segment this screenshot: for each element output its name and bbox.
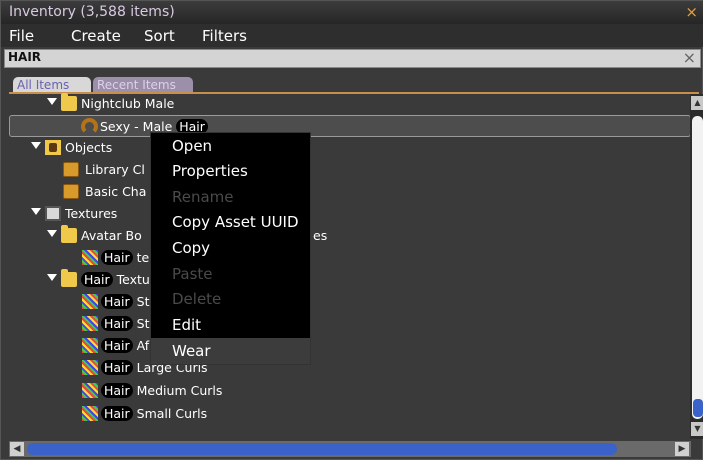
tree-row-avatar[interactable]: Avatar Bo es xyxy=(9,225,691,247)
folder-icon xyxy=(61,269,77,287)
ctx-rename: Rename xyxy=(172,188,234,206)
menu-sort[interactable]: Sort xyxy=(144,27,175,45)
search-highlight: Hair xyxy=(101,360,133,375)
tree-label: Hair Af xyxy=(101,338,149,353)
search-highlight: Hair xyxy=(101,383,133,398)
expand-arrow-icon[interactable] xyxy=(47,98,57,105)
ctx-copy[interactable]: Copy xyxy=(151,235,310,261)
texture-icon xyxy=(82,406,98,421)
tab-recent-items[interactable]: Recent Items xyxy=(93,77,193,93)
window-title: Inventory (3,588 items) xyxy=(9,4,175,20)
search-highlight: Hair xyxy=(101,294,133,309)
vertical-scroll-thumb[interactable] xyxy=(693,399,703,417)
ctx-delete: Delete xyxy=(172,290,222,308)
menu-file[interactable]: File xyxy=(9,27,34,45)
tree-label-text: St xyxy=(132,294,150,309)
texture-icon xyxy=(82,383,98,398)
hair-icon xyxy=(81,118,98,135)
tree-row-hair-large-curls[interactable]: Hair Large Curls xyxy=(9,357,691,379)
texture-icon xyxy=(82,360,98,375)
tree-label-text: St xyxy=(132,316,150,331)
scroll-right-icon[interactable]: ▶ xyxy=(675,442,689,456)
tree-row-textures[interactable]: Textures xyxy=(9,203,691,225)
tree-label-text: Textu xyxy=(112,272,150,287)
objects-folder-icon xyxy=(45,140,61,155)
ctx-properties[interactable]: Properties xyxy=(151,158,310,184)
ctx-open[interactable]: Open xyxy=(151,133,310,159)
texture-icon xyxy=(82,250,98,265)
search-highlight: Hair xyxy=(101,406,133,421)
clear-search-icon[interactable]: × xyxy=(683,48,696,67)
search-input[interactable]: HAIR × xyxy=(4,48,701,68)
menu-filters[interactable]: Filters xyxy=(202,27,247,45)
tree-label: Basic Cha xyxy=(85,184,147,199)
tree-row-library[interactable]: Library Cl xyxy=(9,159,691,181)
tree-label-tail: es xyxy=(313,228,328,243)
vertical-scrollbar[interactable]: ▲ ▼ xyxy=(690,94,703,439)
object-box-icon xyxy=(63,184,79,199)
scroll-down-icon[interactable]: ▼ xyxy=(691,422,703,436)
search-value: HAIR xyxy=(8,50,42,64)
tree-row-hair-texture[interactable]: Hair te xyxy=(9,247,691,269)
tree-label: Avatar Bo xyxy=(81,228,142,243)
menu-create[interactable]: Create xyxy=(71,27,121,45)
folder-icon xyxy=(61,225,77,243)
expand-arrow-icon[interactable] xyxy=(31,208,41,215)
texture-icon xyxy=(82,316,98,331)
ctx-edit[interactable]: Edit xyxy=(151,312,310,338)
scroll-up-icon[interactable]: ▲ xyxy=(691,96,703,110)
expand-arrow-icon[interactable] xyxy=(31,142,41,149)
tree-row-hair-medium-curls[interactable]: Hair Medium Curls xyxy=(9,380,691,402)
scroll-left-icon[interactable]: ◀ xyxy=(10,442,24,456)
title-bar[interactable]: Inventory (3,588 items) × xyxy=(1,1,703,24)
search-highlight: Hair xyxy=(101,250,133,265)
tree-label: Hair Textu xyxy=(81,272,150,287)
vertical-scroll-track[interactable] xyxy=(692,116,703,419)
tree-label-text: Medium Curls xyxy=(132,383,223,398)
close-icon[interactable]: × xyxy=(685,3,698,21)
tree-row-basic[interactable]: Basic Cha xyxy=(9,181,691,203)
tree-label: Hair te xyxy=(101,250,149,265)
tree-row-hair-small-curls[interactable]: Hair Small Curls xyxy=(9,403,691,425)
tree-label-text: Small Curls xyxy=(132,406,208,421)
expand-arrow-icon[interactable] xyxy=(47,274,57,281)
texture-icon xyxy=(82,338,98,353)
tree-label: Hair St xyxy=(101,316,149,331)
tree-label: Nightclub Male xyxy=(81,96,175,111)
tree-label: Hair St xyxy=(101,294,149,309)
tree-label-text: te xyxy=(132,250,150,265)
object-box-icon xyxy=(63,162,79,177)
search-highlight: Hair xyxy=(81,272,113,287)
texture-icon xyxy=(82,294,98,309)
tree-label: Library Cl xyxy=(85,162,145,177)
context-menu: Open Properties Rename Copy Asset UUID C… xyxy=(150,132,311,365)
tab-bar: All Items Recent Items xyxy=(1,71,703,94)
folder-icon xyxy=(61,93,77,111)
horizontal-scrollbar[interactable]: ◀ ▶ xyxy=(9,441,691,457)
ctx-wear[interactable]: Wear xyxy=(151,338,310,364)
tree-label: Objects xyxy=(65,140,113,155)
tree-label: Hair Medium Curls xyxy=(101,383,222,398)
tree-row-hair-textures-folder[interactable]: Hair Textu xyxy=(9,269,691,291)
search-highlight: Hair xyxy=(101,316,133,331)
tree-row-hair-st-1[interactable]: Hair St xyxy=(9,291,691,313)
tree-label-text: Af xyxy=(132,338,150,353)
tab-all-items[interactable]: All Items xyxy=(13,77,91,93)
tree-label: Hair Small Curls xyxy=(101,406,207,421)
tree-row-sexy-male-hair[interactable]: Sexy - Male Hair xyxy=(9,115,691,137)
tree-row-nightclub-male[interactable]: Nightclub Male xyxy=(9,93,691,115)
tree-label: Textures xyxy=(65,206,118,221)
horizontal-scroll-thumb[interactable] xyxy=(27,443,617,455)
ctx-copy-asset-uuid[interactable]: Copy Asset UUID xyxy=(151,209,310,235)
tree-row-hair-st-2[interactable]: Hair St xyxy=(9,313,691,335)
ctx-paste: Paste xyxy=(172,265,213,283)
tree-row-objects[interactable]: Objects xyxy=(9,137,691,159)
search-highlight: Hair xyxy=(101,338,133,353)
tree-row-hair-af[interactable]: Hair Af xyxy=(9,335,691,357)
textures-folder-icon xyxy=(45,206,61,221)
inventory-tree: Nightclub Male Sexy - Male Hair Objects … xyxy=(9,93,691,438)
expand-arrow-icon[interactable] xyxy=(47,230,57,237)
menu-bar: File Create Sort Filters xyxy=(1,24,703,47)
inventory-window: Inventory (3,588 items) × File Create So… xyxy=(0,0,703,460)
